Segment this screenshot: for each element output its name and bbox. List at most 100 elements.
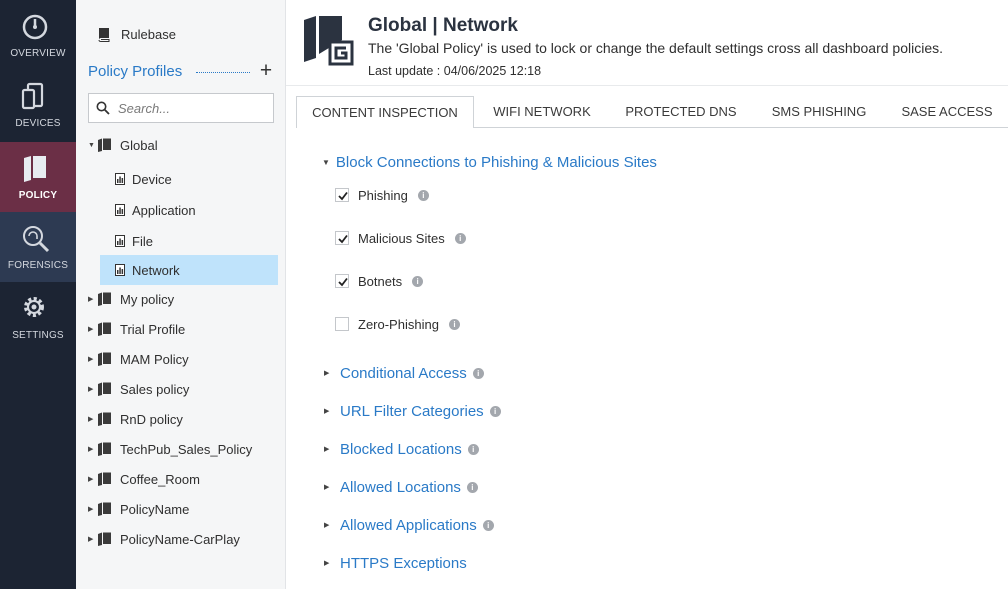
tree-item-trial-profile[interactable]: ▶ Trial Profile [88, 315, 185, 343]
info-icon[interactable]: i [454, 232, 466, 244]
tree-child-device[interactable]: Device [100, 165, 278, 193]
caret-right-icon[interactable]: ▶ [88, 535, 98, 543]
policy-book-icon [98, 472, 111, 486]
option-label: Malicious Sites [358, 230, 445, 246]
section-url-filter-categories[interactable]: ▶ URL Filter Categories i [324, 400, 501, 422]
caret-right-icon[interactable]: ▶ [88, 415, 98, 423]
caret-right-icon[interactable]: ▶ [88, 445, 98, 453]
nav-devices[interactable]: DEVICES [0, 70, 76, 140]
option-label: Phishing [358, 187, 408, 203]
tree-child-label: Application [132, 202, 196, 218]
info-icon[interactable]: i [489, 405, 501, 417]
tree-item-my-policy[interactable]: ▶ My policy [88, 285, 174, 313]
tree-item-mam-policy[interactable]: ▶ MAM Policy [88, 345, 189, 373]
caret-right-icon: ▶ [324, 560, 330, 567]
checkmark-icon [338, 191, 348, 201]
checkmark-icon [338, 277, 348, 287]
info-icon[interactable]: i [412, 275, 424, 287]
section-allowed-applications[interactable]: ▶ Allowed Applications i [324, 514, 494, 536]
option-botnets: Botnets i [335, 271, 424, 291]
rulebase-link[interactable]: Rulebase [96, 24, 176, 44]
caret-right-icon: ▶ [324, 522, 330, 529]
caret-right-icon[interactable]: ▶ [88, 385, 98, 393]
search-input[interactable] [118, 100, 258, 116]
caret-down-icon: ▼ [322, 158, 330, 167]
info-icon[interactable]: i [467, 443, 479, 455]
nav-overview[interactable]: OVERVIEW [0, 0, 76, 70]
tree-item-sales-policy[interactable]: ▶ Sales policy [88, 375, 189, 403]
checkmark-icon [338, 234, 348, 244]
policy-book-icon [98, 412, 111, 426]
tab-content-inspection[interactable]: CONTENT INSPECTION [296, 96, 474, 129]
page-header: Global | Network The 'Global Policy' is … [286, 0, 1008, 86]
nav-forensics[interactable]: FORENSICS [0, 212, 76, 282]
tree-child-network[interactable]: Network [100, 255, 278, 285]
tree-item-policyname-carplay[interactable]: ▶ PolicyName-CarPlay [88, 525, 240, 553]
tree-child-file[interactable]: File [100, 227, 278, 255]
devices-icon [21, 82, 44, 110]
caret-right-icon[interactable]: ▶ [88, 475, 98, 483]
info-icon[interactable]: i [472, 367, 484, 379]
add-profile-button[interactable]: + [257, 60, 275, 82]
chart-doc-icon [115, 204, 125, 216]
info-icon[interactable]: i [448, 318, 460, 330]
policy-book-icon [98, 322, 111, 336]
caret-down-icon[interactable]: ▼ [88, 142, 98, 149]
section-https-exceptions[interactable]: ▶ HTTPS Exceptions [324, 552, 467, 574]
policy-book-icon [98, 292, 111, 306]
caret-right-icon[interactable]: ▶ [88, 295, 98, 303]
section-title: Blocked Locations [340, 440, 462, 458]
page-title: Global | Network [368, 15, 518, 36]
caret-right-icon[interactable]: ▶ [88, 355, 98, 363]
global-policy-icon [304, 16, 354, 66]
tree-child-label: Network [132, 262, 180, 278]
tab-sms-phishing[interactable]: SMS PHISHING [752, 96, 886, 128]
chart-doc-icon [115, 264, 125, 276]
info-icon[interactable]: i [482, 519, 494, 531]
botnets-checkbox[interactable] [335, 274, 349, 288]
policy-book-icon [98, 502, 111, 516]
tab-sase-access[interactable]: SASE ACCESS [886, 96, 1008, 128]
tree-item-label: My policy [120, 291, 175, 307]
page-description: The 'Global Policy' is used to lock or c… [368, 40, 943, 56]
tree-child-application[interactable]: Application [100, 196, 278, 224]
policy-book-icon [98, 382, 111, 396]
section-title: Conditional Access [340, 364, 467, 382]
tree-item-global[interactable]: ▼ Global [88, 131, 158, 159]
rulebase-icon [98, 27, 110, 42]
section-title: Allowed Locations [340, 478, 461, 496]
caret-right-icon: ▶ [324, 484, 330, 491]
policy-book-icon [98, 442, 111, 456]
tree-item-policyname[interactable]: ▶ PolicyName [88, 495, 189, 523]
tree-item-rnd-policy[interactable]: ▶ RnD policy [88, 405, 183, 433]
nav-devices-label: DEVICES [15, 118, 61, 129]
section-blocked-locations[interactable]: ▶ Blocked Locations i [324, 438, 479, 460]
phishing-checkbox[interactable] [335, 188, 349, 202]
caret-right-icon[interactable]: ▶ [88, 505, 98, 513]
section-block-connections[interactable]: ▼ Block Connections to Phishing & Malici… [322, 154, 657, 171]
nav-forensics-label: FORENSICS [7, 260, 69, 271]
tree-item-techpub-sales-policy[interactable]: ▶ TechPub_Sales_Policy [88, 435, 252, 463]
policy-book-icon [98, 352, 111, 366]
nav-overview-label: OVERVIEW [10, 48, 66, 59]
tree-item-label: TechPub_Sales_Policy [120, 441, 253, 457]
caret-right-icon[interactable]: ▶ [88, 325, 98, 333]
nav-settings[interactable]: SETTINGS [0, 282, 76, 352]
tab-wifi-network[interactable]: WIFI NETWORK [474, 96, 610, 128]
tree-item-coffee-room[interactable]: ▶ Coffee_Room [88, 465, 200, 493]
caret-right-icon: ▶ [324, 370, 330, 377]
search-box[interactable] [88, 93, 274, 123]
policy-profiles-title: Policy Profiles [88, 63, 183, 80]
info-icon[interactable]: i [417, 189, 429, 201]
section-conditional-access[interactable]: ▶ Conditional Access i [324, 362, 484, 384]
divider [196, 72, 250, 73]
tree-child-label: File [132, 233, 153, 249]
zero-phishing-checkbox[interactable] [335, 317, 349, 331]
info-icon[interactable]: i [466, 481, 478, 493]
gear-icon [24, 297, 44, 317]
nav-settings-label: SETTINGS [12, 330, 64, 341]
nav-policy[interactable]: POLICY [0, 142, 76, 212]
malicious-sites-checkbox[interactable] [335, 231, 349, 245]
tab-protected-dns[interactable]: PROTECTED DNS [610, 96, 752, 128]
section-allowed-locations[interactable]: ▶ Allowed Locations i [324, 476, 478, 498]
